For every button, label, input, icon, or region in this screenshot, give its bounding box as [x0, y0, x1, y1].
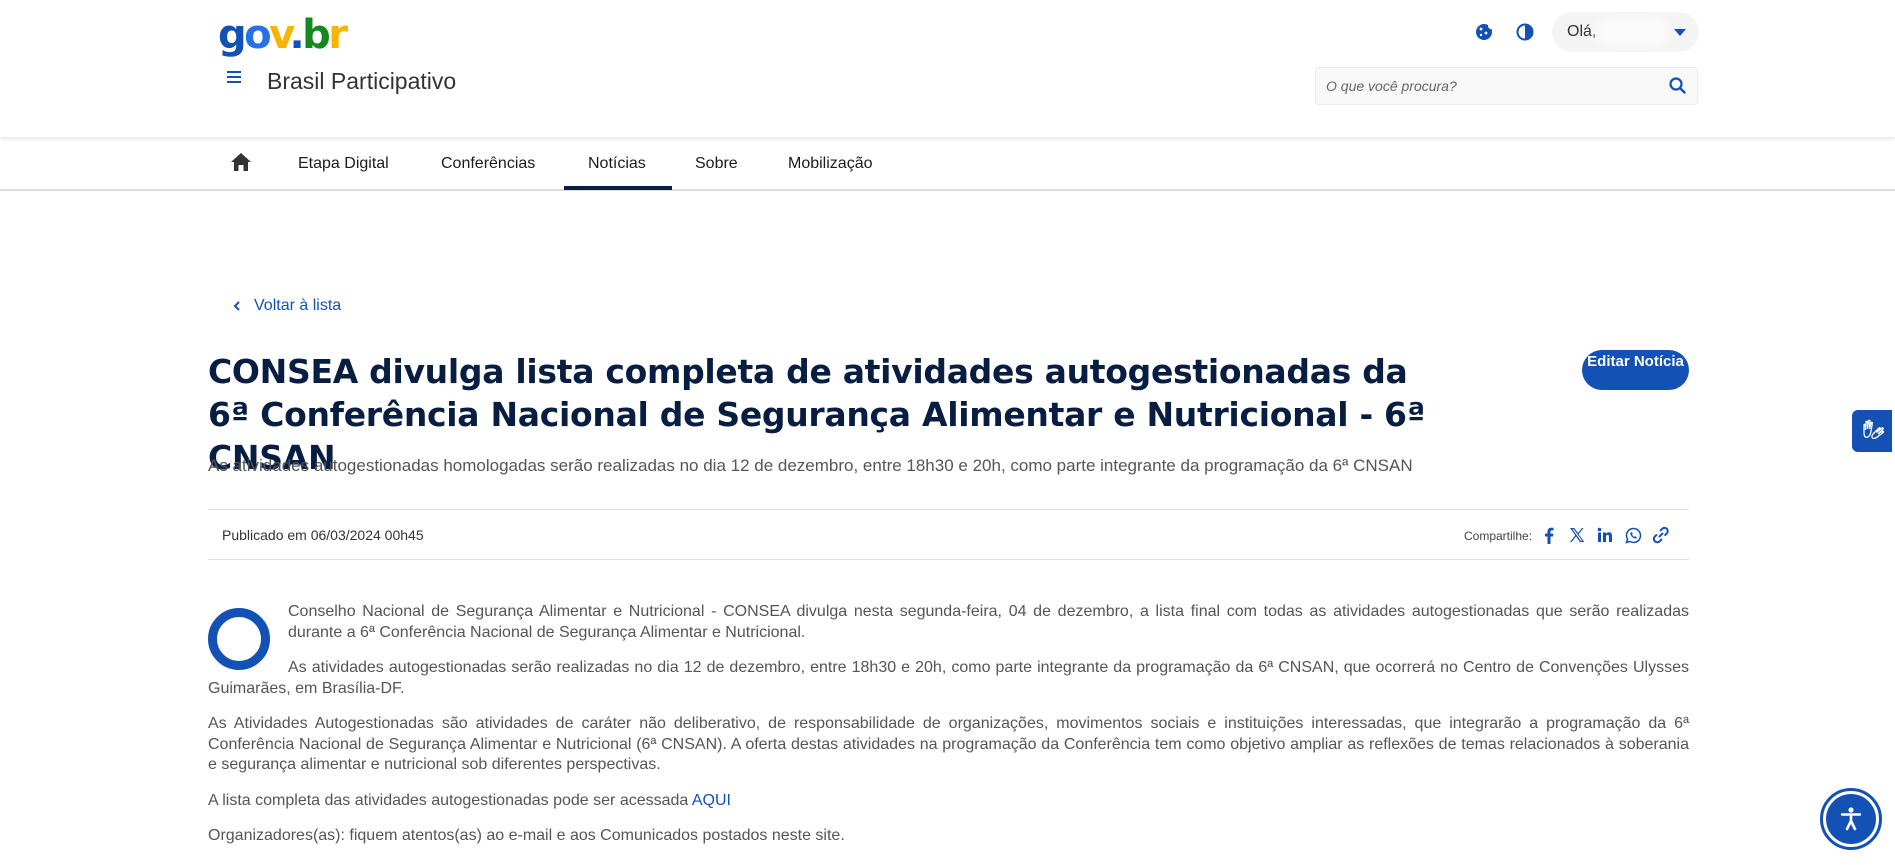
nav-active-indicator	[564, 186, 672, 190]
menu-icon[interactable]	[225, 68, 245, 92]
chevron-left-icon	[233, 301, 240, 311]
dropcap-o	[208, 608, 270, 670]
share-label: Compartilhe:	[1464, 529, 1533, 543]
search-box	[1315, 67, 1698, 105]
govbr-logo[interactable]: gov.br	[218, 10, 348, 60]
linkedin-icon[interactable]	[1594, 524, 1616, 546]
nav-item-noticias[interactable]: Notícias	[588, 155, 646, 173]
article-paragraph: As atividades autogestionadas serão real…	[208, 659, 1689, 697]
edit-news-button[interactable]: Editar Notícia	[1582, 350, 1689, 390]
list-link[interactable]: AQUI	[692, 792, 731, 809]
publish-date: Publicado em 06/03/2024 00h45	[222, 527, 424, 543]
facebook-icon[interactable]	[1538, 524, 1560, 546]
accessibility-icon[interactable]	[1820, 788, 1882, 850]
contrast-icon[interactable]	[1510, 17, 1540, 47]
site-title[interactable]: Brasil Participativo	[267, 68, 456, 95]
sign-language-icon[interactable]	[1852, 410, 1892, 452]
nav-item-mobilizacao[interactable]: Mobilização	[788, 155, 872, 173]
article-paragraph: Organizadores(as): fiquem atentos(as) ao…	[208, 827, 845, 844]
main-nav: Etapa Digital Conferências Notícias Sobr…	[0, 137, 1895, 191]
logo-letter: v	[269, 12, 292, 58]
x-icon[interactable]	[1566, 524, 1588, 546]
back-link-label: Voltar à lista	[254, 297, 342, 314]
link-icon[interactable]	[1650, 524, 1672, 546]
user-menu[interactable]: Olá,	[1552, 12, 1699, 52]
search-input[interactable]	[1326, 68, 1656, 104]
user-name-redacted	[1602, 22, 1664, 42]
search-icon[interactable]	[1667, 75, 1689, 97]
link-intro-text: A lista completa das atividades autogest…	[208, 791, 692, 809]
logo-letter: .	[289, 12, 304, 58]
article-subtitle: As atividades autogestionadas homologada…	[208, 456, 1413, 475]
back-to-list-link[interactable]: Voltar à lista	[232, 297, 341, 315]
article-paragraph: Conselho Nacional de Segurança Alimentar…	[288, 603, 1689, 641]
nav-item-conferencias[interactable]: Conferências	[441, 155, 535, 173]
logo-letter: g	[218, 12, 247, 58]
nav-item-sobre[interactable]: Sobre	[695, 155, 738, 173]
article-paragraph-link: A lista completa das atividades autogest…	[208, 791, 1689, 812]
nav-item-etapa-digital[interactable]: Etapa Digital	[298, 155, 389, 173]
article-meta-bar: Publicado em 06/03/2024 00h45 Compartilh…	[208, 509, 1689, 560]
cookie-icon[interactable]	[1469, 17, 1499, 47]
logo-letter: o	[244, 12, 271, 58]
logo-letter: r	[328, 12, 348, 58]
article-body: Conselho Nacional de Segurança Alimentar…	[208, 602, 1689, 862]
home-icon[interactable]	[230, 152, 252, 172]
chevron-down-icon	[1674, 29, 1686, 36]
user-greeting: Olá,	[1567, 23, 1597, 40]
logo-letter: b	[302, 12, 331, 58]
whatsapp-icon[interactable]	[1622, 524, 1644, 546]
accessibility-icon-inner	[1826, 794, 1876, 844]
site-header: gov.br Olá, Brasil Participativo	[0, 0, 1895, 137]
article-paragraph: As Atividades Autogestionadas são ativid…	[208, 715, 1689, 773]
